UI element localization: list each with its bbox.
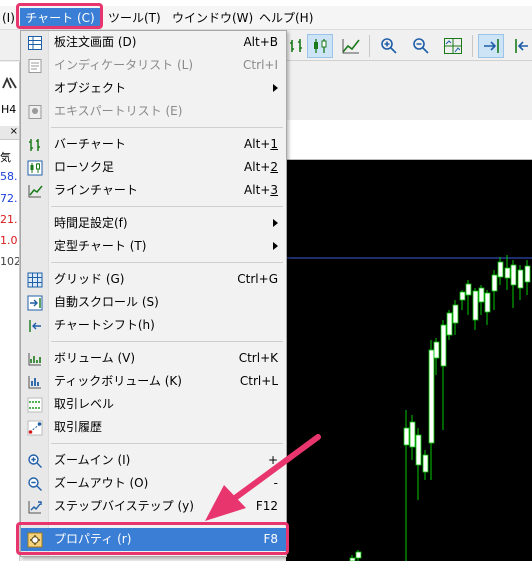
annotation-arrow: [205, 434, 321, 521]
